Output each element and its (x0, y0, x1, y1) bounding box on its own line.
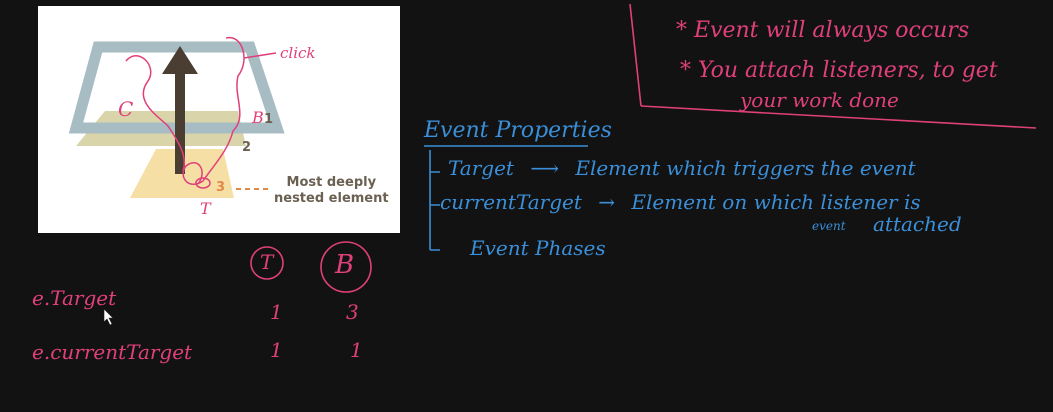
note-line1: * Event will always occurs (676, 18, 970, 43)
property-event-phases: Event Phases (470, 236, 606, 260)
property-sub-event: event (812, 219, 846, 233)
row-target-value-1: 1 (270, 300, 283, 324)
property-target: Target ⟶ Element which triggers the even… (448, 158, 916, 178)
property-target-desc: Element which triggers the event (575, 156, 916, 180)
property-currenttarget-arrow: → (598, 190, 616, 214)
note-line2a: * You attach listeners, to get (680, 58, 998, 83)
notes-box-left (629, 3, 642, 107)
property-currenttarget-desc: Element on which listener is (631, 190, 921, 214)
mouse-cursor-icon (103, 308, 114, 326)
row-target-label: e.Target (32, 286, 117, 310)
row-target-value-2: 3 (346, 300, 359, 324)
property-currenttarget: currentTarget → Element on which listene… (440, 192, 921, 212)
properties-heading: Event Properties (424, 118, 612, 143)
property-sub-attached: attached (873, 212, 962, 236)
property-currenttarget-name: currentTarget (440, 190, 582, 214)
property-target-name: Target (448, 156, 514, 180)
row-currenttarget-value-1: 1 (270, 338, 283, 362)
col-header-t: T (260, 250, 274, 274)
property-target-arrow: ⟶ (530, 156, 559, 180)
row-currenttarget-label: e.currentTarget (32, 340, 193, 364)
row-currenttarget-value-2: 1 (350, 338, 363, 362)
note-line2b: your work done (740, 88, 899, 112)
col-header-b: B (335, 250, 355, 280)
properties-tree (429, 150, 440, 251)
